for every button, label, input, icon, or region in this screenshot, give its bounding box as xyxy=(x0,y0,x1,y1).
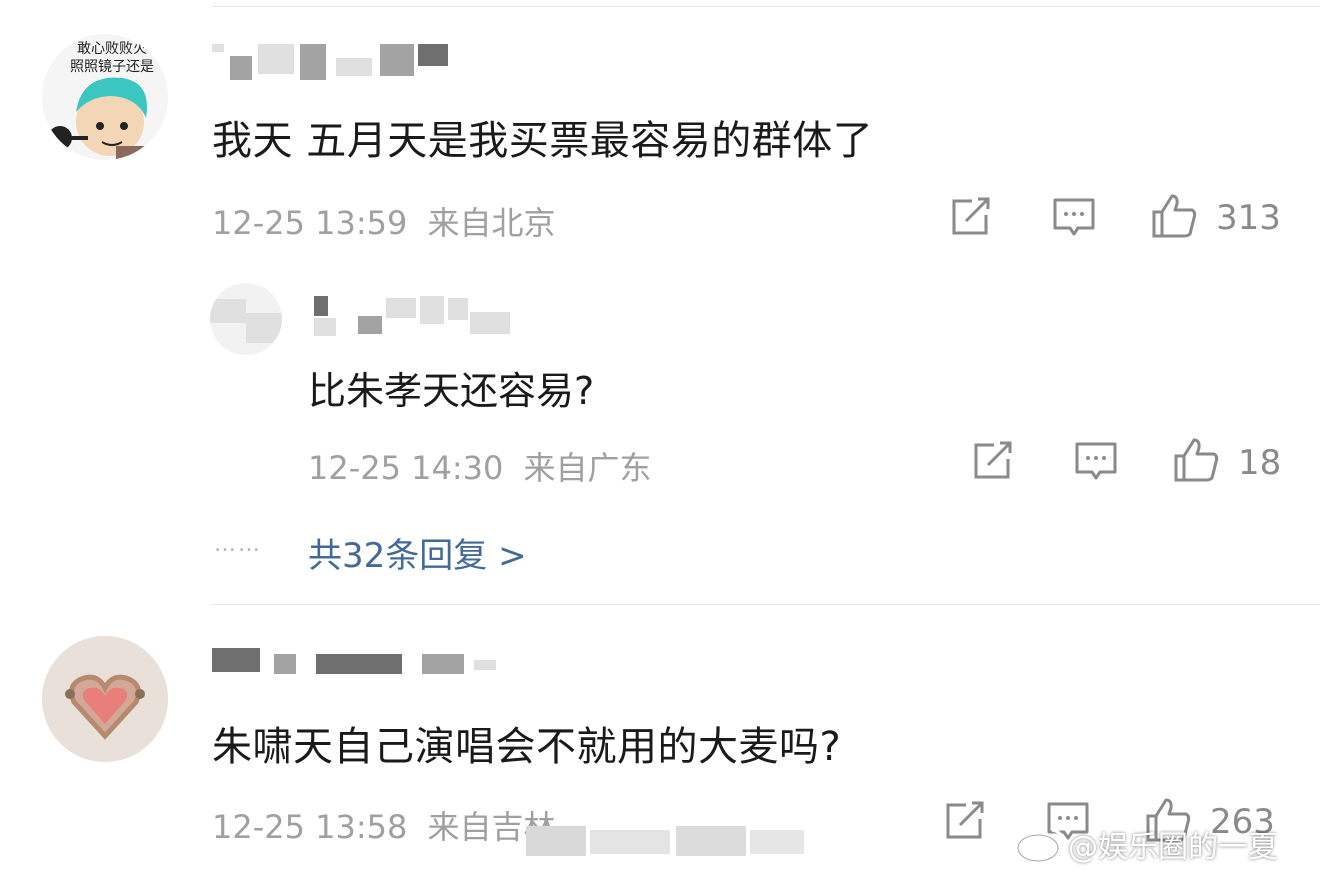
redaction-block xyxy=(274,654,296,674)
share-icon[interactable] xyxy=(944,801,986,841)
location: 来自广东 xyxy=(523,449,652,487)
heart-jewelry-avatar-image xyxy=(42,636,168,762)
like-count: 313 xyxy=(1216,198,1281,238)
comment-meta: 12-25 13:58 来自吉林 xyxy=(212,802,556,848)
redaction-block xyxy=(336,58,372,76)
comment-icon[interactable] xyxy=(1052,197,1096,239)
avatar-caption-line-2: 照照镜子还是 xyxy=(70,59,154,75)
timestamp: 12-25 14:30 xyxy=(308,449,504,487)
like-count: 18 xyxy=(1238,443,1282,483)
more-replies-link[interactable]: 共32条回复 > xyxy=(308,528,527,577)
avatar[interactable]: 敢心败败火 照照镜子还是 xyxy=(42,34,168,160)
redaction-block xyxy=(316,654,402,674)
like-icon[interactable] xyxy=(1150,192,1198,240)
redaction-block xyxy=(314,296,328,316)
weibo-logo-icon xyxy=(1016,828,1064,863)
redaction-block xyxy=(420,296,444,324)
top-divider xyxy=(212,6,1320,7)
redaction-block xyxy=(418,44,448,66)
redaction-block xyxy=(358,316,382,334)
timestamp: 12-25 13:59 xyxy=(212,204,408,242)
redaction-block xyxy=(212,44,224,52)
comment-divider xyxy=(212,604,1320,605)
like-icon[interactable] xyxy=(1172,436,1220,484)
redaction-block xyxy=(246,313,282,343)
share-icon[interactable] xyxy=(950,197,992,237)
comment-text: 朱啸天自己演唱会不就用的大麦吗? xyxy=(212,724,842,770)
watermark-text: @娱乐圈的一夏 xyxy=(1068,830,1278,865)
redaction-block xyxy=(590,830,670,854)
redaction-block xyxy=(210,299,246,323)
redaction-block xyxy=(526,826,586,856)
more-replies-dots: …… xyxy=(214,532,262,557)
comment-icon[interactable] xyxy=(1074,441,1118,483)
redaction-block xyxy=(314,318,336,336)
comment-meta: 12-25 13:59 来自北京 xyxy=(212,198,556,244)
redaction-block xyxy=(258,44,294,74)
share-icon[interactable] xyxy=(972,441,1014,481)
avatar-caption: 敢心败败火 照照镜子还是 xyxy=(54,40,168,76)
redaction-block xyxy=(470,312,510,334)
comment-text: 我天 五月天是我买票最容易的群体了 xyxy=(212,118,874,164)
redaction-block xyxy=(448,298,468,320)
location: 来自北京 xyxy=(427,204,556,242)
reply-text: 比朱孝天还容易? xyxy=(308,369,595,413)
redaction-block xyxy=(422,654,464,674)
redaction-block xyxy=(300,44,326,80)
redaction-block xyxy=(386,298,416,318)
redaction-block xyxy=(212,648,260,672)
redaction-block xyxy=(230,56,252,80)
redaction-block xyxy=(380,44,414,76)
redaction-block xyxy=(676,826,746,856)
reply-avatar[interactable] xyxy=(210,283,282,355)
timestamp: 12-25 13:58 xyxy=(212,808,408,846)
avatar-caption-line-1: 敢心败败火 xyxy=(77,41,147,57)
redaction-block xyxy=(750,830,804,854)
avatar[interactable] xyxy=(42,636,168,762)
reply-meta: 12-25 14:30 来自广东 xyxy=(308,443,652,489)
redaction-block xyxy=(474,660,496,670)
